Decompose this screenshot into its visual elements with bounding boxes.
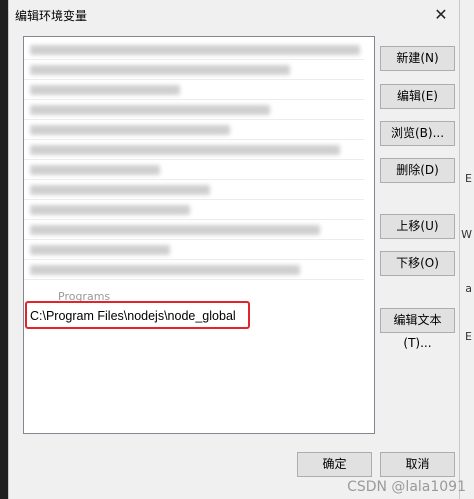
edit-text-button[interactable]: 编辑文本(T)... (380, 308, 455, 350)
list-item[interactable] (24, 161, 364, 180)
move-up-button[interactable]: 上移(U) (380, 214, 455, 239)
list-item[interactable] (24, 81, 364, 100)
list-item[interactable] (24, 221, 364, 240)
edit-button[interactable]: 编辑(E) (380, 84, 455, 109)
list-item[interactable] (24, 141, 364, 160)
bg-fragment: E (465, 330, 472, 343)
bg-fragment: W (461, 228, 472, 241)
bg-fragment: E (465, 172, 472, 185)
watermark: CSDN @lala1091 (347, 479, 466, 495)
list-item[interactable] (24, 41, 364, 60)
list-item[interactable] (24, 61, 364, 80)
ok-button[interactable]: 确定 (297, 452, 372, 477)
title-bar: 编辑环境变量 ✕ (9, 0, 459, 30)
highlight-annotation (25, 301, 250, 329)
list-item[interactable] (24, 241, 364, 260)
list-item[interactable] (24, 201, 364, 220)
list-item[interactable] (24, 261, 364, 280)
list-item[interactable] (24, 181, 364, 200)
move-down-button[interactable]: 下移(O) (380, 251, 455, 276)
list-item[interactable] (24, 101, 364, 120)
close-icon[interactable]: ✕ (431, 5, 451, 25)
edit-env-var-dialog: 编辑环境变量 ✕ Programs C:\Program Files\nodej… (8, 0, 460, 499)
delete-button[interactable]: 删除(D) (380, 158, 455, 183)
browse-button[interactable]: 浏览(B)... (380, 121, 455, 146)
list-item[interactable] (24, 121, 364, 140)
new-button[interactable]: 新建(N) (380, 46, 455, 71)
window-title: 编辑环境变量 (15, 9, 88, 23)
path-list[interactable]: Programs C:\Program Files\nodejs\node_gl… (23, 36, 375, 434)
bg-fragment: a (465, 282, 472, 295)
cancel-button[interactable]: 取消 (380, 452, 455, 477)
background-window-left (0, 0, 8, 499)
